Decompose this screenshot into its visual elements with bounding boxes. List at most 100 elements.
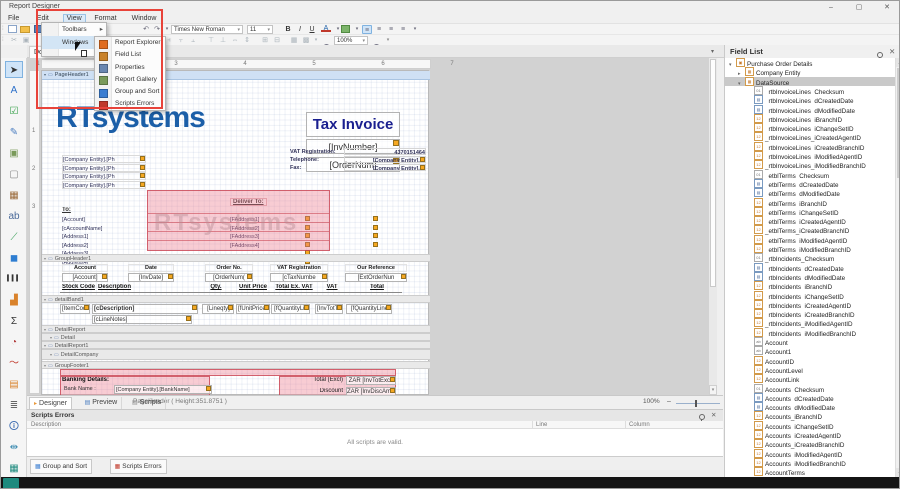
field-list-item[interactable]: 12_etblTerms_iModifiedBranchID (725, 244, 895, 253)
field-list-item[interactable]: 12_rtbInvoiceLines_iChangeSetID (725, 123, 895, 132)
report-page[interactable]: ▾▭PageHeader1RTsystemsTax Invoice[InvNum… (41, 70, 429, 395)
field-list-item[interactable]: 12Accounts_iBranchID (725, 411, 895, 420)
band-collapse-icon[interactable]: ▾ (44, 297, 46, 302)
scripts-errors-close-icon[interactable]: ✕ (711, 410, 716, 421)
italic-button[interactable]: I (295, 25, 305, 34)
design-vscrollbar[interactable]: ▾ (709, 58, 717, 395)
field-list-item[interactable]: 12_rtbInvoiceLines_iCreatedAgentID (725, 132, 895, 141)
design-vscroll-down-icon[interactable]: ▾ (709, 385, 717, 395)
field-value[interactable]: [Company Entity].[T (344, 156, 426, 163)
maximize-button[interactable]: ▢ (851, 3, 867, 13)
field-list-item[interactable]: 12_rtbIncidents_iCreatedAgentID (725, 300, 895, 309)
picture-tool[interactable]: ▣ (5, 145, 23, 162)
field-value[interactable]: [Company Entity].[F (344, 164, 426, 171)
field-list-item[interactable]: ▾▦DataSource (725, 77, 895, 86)
tab-list-dropdown-icon[interactable]: ▾ (711, 48, 714, 55)
field-list-item[interactable]: 12_rtbIncidents_iBranchID (725, 281, 895, 290)
field-list-item[interactable]: 01_rtbIncidents_Checksum (725, 253, 895, 262)
grid-dropdown-icon[interactable]: ▾ (311, 36, 321, 45)
col-column[interactable]: Column (625, 421, 650, 429)
band-caption-detailreport1[interactable]: ▾▭DetailReport1 (42, 341, 430, 349)
field-list-item[interactable]: 12AccountLink (725, 374, 895, 383)
field-list-item[interactable]: ▤_rtbInvoiceLines_dCreatedDate (725, 95, 895, 104)
chart-tool[interactable]: ▟ (5, 292, 23, 309)
invoice-title-box[interactable]: Tax Invoice (306, 112, 400, 137)
info-value-3[interactable]: [cTaxNumbe (270, 273, 328, 282)
info-value-2[interactable]: [OrderNum( (205, 273, 253, 282)
vat-registration-row[interactable]: VAT Registration:4370151464 (290, 148, 430, 156)
align-tops-icon[interactable]: ⊤ (206, 36, 216, 45)
align-justify-button[interactable]: ≡ (398, 25, 408, 34)
field-list-item[interactable]: 12_rtbInvoiceLines_iBranchID (725, 114, 895, 123)
richtext-tool[interactable]: ✎ (5, 124, 23, 141)
field-list-pin-icon[interactable] (877, 49, 883, 58)
field-list-item[interactable]: 12_etblTerms_iCreatedBranchID (725, 225, 895, 234)
sum-tool[interactable]: Σ (5, 313, 23, 330)
info-value-0[interactable]: [Account] (62, 273, 108, 282)
field-list-item[interactable]: ▾▣Purchase Order Details (725, 58, 895, 67)
pointer-tool[interactable]: ➤ (5, 61, 23, 78)
font-size-combo[interactable]: ▾11 (247, 25, 273, 34)
field-list-item[interactable]: 12_etblTerms_iCreatedAgentID (725, 216, 895, 225)
align-dropdown-icon[interactable]: ▾ (410, 25, 420, 34)
detail-cell-5[interactable]: [InvTotTax] (315, 304, 343, 314)
field-list-item[interactable]: 12AccountTerms (725, 467, 895, 476)
field-list-item[interactable]: ▤_etblTerms_dModifiedDate (725, 188, 895, 197)
field-list-item[interactable]: ▤_rtbIncidents_dCreatedDate (725, 263, 895, 272)
sparkline-tool[interactable]: 〜 (5, 355, 23, 372)
col-line[interactable]: Line (532, 421, 547, 429)
detail-cell-3[interactable]: [fUnitPriceEx (236, 304, 270, 314)
fl-scroll-down-icon[interactable]: ▾ (896, 468, 900, 477)
minimize-button[interactable]: – (823, 3, 839, 13)
field-list-item[interactable]: ▸▦Company Entity (725, 67, 895, 76)
zoom-more-dropdown-icon[interactable]: ▾ (383, 36, 393, 45)
grid-snap-icon[interactable]: ▦ (289, 36, 299, 45)
field-list-item[interactable]: 01_etblTerms_Checksum (725, 170, 895, 179)
font-name-combo[interactable]: ▾Times New Roman (171, 25, 243, 34)
scripts-errors-pin-icon[interactable] (699, 413, 705, 421)
field-list-item[interactable]: abAccount1 (725, 346, 895, 355)
field-list-item[interactable]: 12_rtbInvoiceLines_iModifiedAgentID (725, 151, 895, 160)
fax-row[interactable]: Fax:[Company Entity].[F (290, 164, 430, 172)
detail-cell-0[interactable]: [ItemCode] (60, 304, 90, 314)
align-middles-icon[interactable]: ⊥ (218, 36, 228, 45)
zoom-dropdown-icon[interactable]: ▾ (362, 37, 365, 45)
fl-scroll-up-icon[interactable]: ▴ (896, 58, 900, 67)
field-list-scrollbar[interactable]: ▴ ▾ (895, 58, 900, 478)
field-list-item[interactable]: ▤Accounts_dModifiedDate (725, 402, 895, 411)
total-value-0[interactable]: ZAR [InvTotExc (346, 376, 396, 385)
copy-icon[interactable]: ▣ (21, 36, 31, 45)
dock-tab-group-and-sort[interactable]: ▦Group and Sort (30, 459, 92, 474)
band-collapse-icon[interactable]: ▾ (44, 343, 46, 348)
field-list-item[interactable]: 12Accounts_iCreatedAgentID (725, 430, 895, 439)
band-collapse-icon[interactable]: ▾ (50, 352, 52, 357)
field-list-item[interactable]: 12_etblTerms_iModifiedAgentID (725, 235, 895, 244)
field-list-close-icon[interactable]: ✕ (889, 45, 895, 58)
field-list-item[interactable]: 12_rtbInvoiceLines_iCreatedBranchID (725, 142, 895, 151)
barcode-tool[interactable]: ▍▍▍ (5, 271, 23, 288)
bring-front-icon[interactable]: ⊞ (260, 36, 270, 45)
detail-cell-1[interactable]: [cDescription] (92, 304, 198, 314)
field-list-item[interactable]: abAccount (725, 337, 895, 346)
field-list-item[interactable]: 12Accounts_iModifiedBranchID (725, 458, 895, 467)
band-caption-groupfooter1[interactable]: ▾▭GroupFooter1 (42, 361, 430, 369)
panel-tool[interactable]: ▢ (5, 166, 23, 183)
field-list-item[interactable]: ▤_rtbIncidents_dModifiedDate (725, 272, 895, 281)
field-list-item[interactable]: 12AccountLevel (725, 365, 895, 374)
company-phone-field[interactable]: [Company Entity].[Ph (62, 172, 146, 180)
field-list-item[interactable]: 12Accounts_iModifiedAgentID (725, 449, 895, 458)
total-value-1[interactable]: ZAR [InvDiscAmm (346, 387, 396, 395)
band-caption-groupheader1[interactable]: ▾▭GroupHeader1 (42, 254, 430, 262)
same-width-icon[interactable]: ⇔ (230, 36, 240, 45)
toolbar-grip[interactable]: ⁞ (2, 26, 4, 32)
font-color-button[interactable]: A (321, 25, 331, 32)
col-description[interactable]: Description (31, 421, 61, 429)
field-list-item[interactable]: 12_rtbIncidents_iCreatedBranchID (725, 309, 895, 318)
font-name-dropdown-icon[interactable]: ▾ (237, 26, 240, 34)
font-size-dropdown-icon[interactable]: ▾ (267, 26, 270, 34)
align-center-button[interactable]: ≡ (374, 25, 384, 34)
dock-tab-scripts-errors[interactable]: ▦Scripts Errors (110, 459, 167, 474)
send-back-icon[interactable]: ⊟ (272, 36, 282, 45)
checkbox-tool[interactable]: ☑ (5, 103, 23, 120)
detail-cell-2[interactable]: [Lineqty] (202, 304, 234, 314)
